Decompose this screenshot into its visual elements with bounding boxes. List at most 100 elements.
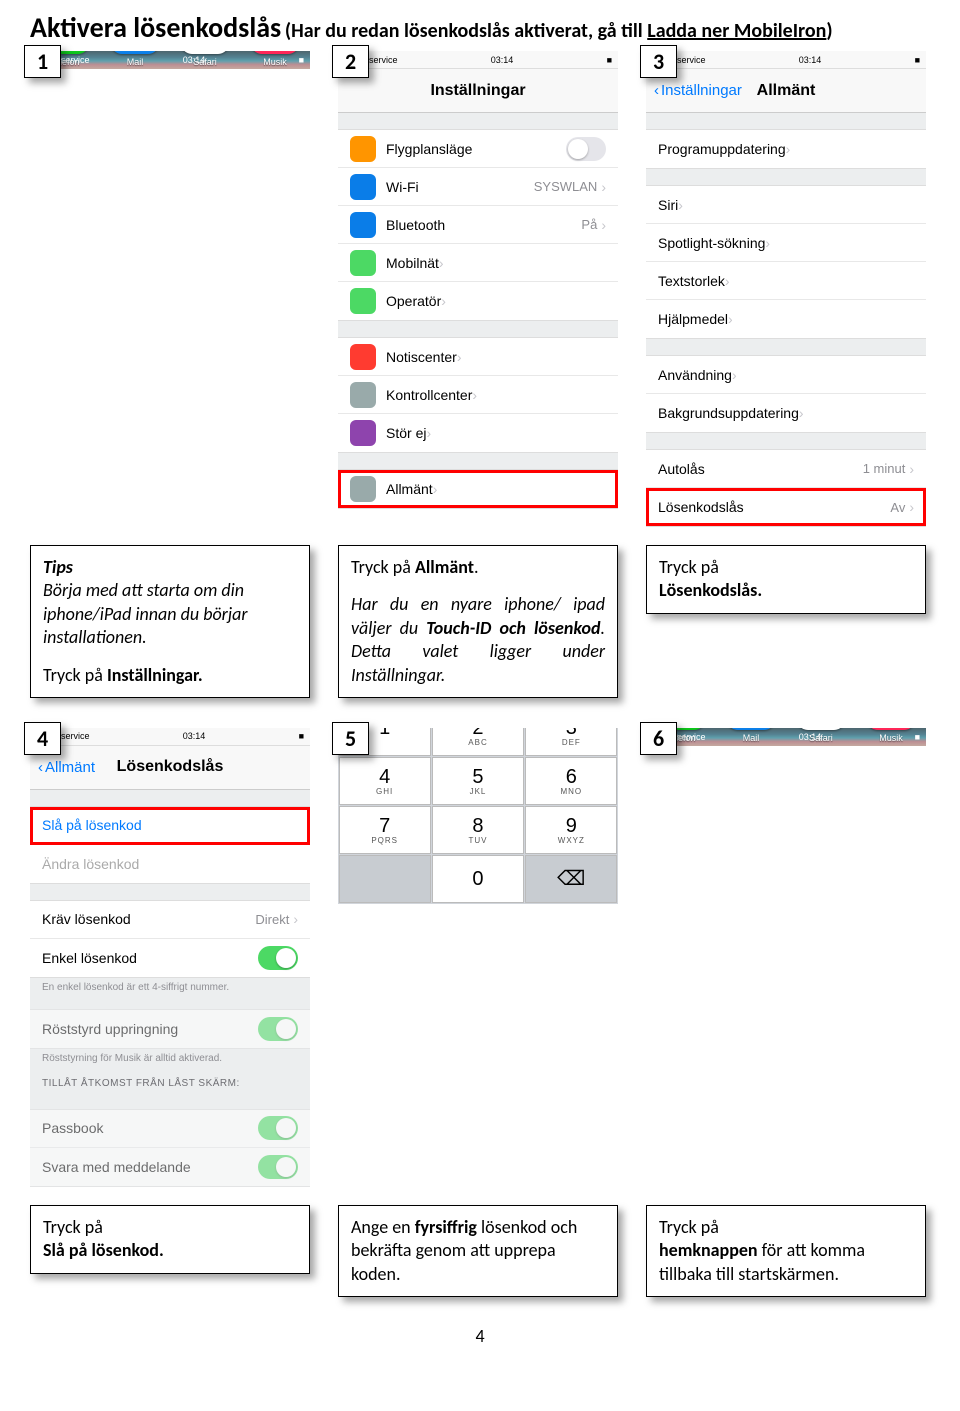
caption-6: Tryck på hemknappen för att komma tillba…	[646, 1205, 926, 1297]
phone-set-passcode: Ingen service03:14■ Ställ in lösenkod Av…	[338, 728, 618, 904]
simple-passcode-cell[interactable]: Enkel lösenkod	[30, 939, 310, 977]
settings-cell[interactable]: BluetoothPå›	[338, 206, 618, 244]
toggle-icon[interactable]	[258, 946, 298, 970]
status-bar: Ingen service03:14■	[30, 728, 310, 746]
settings-cell[interactable]: Operatör›	[338, 282, 618, 320]
toggle-icon	[258, 1017, 298, 1041]
chevron-right-icon: ›	[441, 293, 446, 309]
settings-cell[interactable]: Autolås1 minut›	[646, 450, 926, 488]
settings-cell[interactable]: Flygplansläge	[338, 130, 618, 168]
dock-app-safari[interactable]: Safari	[181, 51, 229, 67]
app-icon	[727, 728, 775, 731]
caption-row-2: Tryck på Slå på lösenkod. Ange en fyrsif…	[30, 1205, 930, 1297]
chevron-right-icon: ›	[786, 141, 791, 157]
dock-app-musik[interactable]: Musik	[867, 728, 915, 744]
require-passcode-cell[interactable]: Kräv lösenkod Direkt›	[30, 901, 310, 939]
settings-cell[interactable]: Programuppdatering›	[646, 130, 926, 168]
step-badge: 4	[24, 722, 61, 755]
caption-1: TipsBörja med att starta om din iphone/i…	[30, 545, 310, 698]
keypad-key-0[interactable]: 0	[432, 855, 524, 903]
chevron-right-icon: ›	[439, 255, 444, 271]
cell-value: Av	[890, 500, 905, 515]
heading-link[interactable]: Ladda ner MobileIron	[647, 19, 826, 43]
keypad-key-3[interactable]: 3DEF	[525, 728, 617, 757]
keypad-key-8[interactable]: 8TUV	[432, 806, 524, 854]
settings-cell[interactable]: Spotlight-sökning›	[646, 224, 926, 262]
app-icon	[181, 51, 229, 54]
navbar: ‹ Allmänt Lösenkodslås	[30, 746, 310, 790]
phone-home: Ingen service03:14■ MeddelandenTorsdag31…	[646, 728, 926, 746]
app-icon	[867, 728, 915, 731]
settings-group: Kräv lösenkod Direkt› Enkel lösenkod	[30, 900, 310, 978]
cell-label: Spotlight-sökning	[658, 235, 765, 251]
settings-cell[interactable]: Användning›	[646, 356, 926, 394]
settings-cell[interactable]: Wi-FiSYSWLAN›	[338, 168, 618, 206]
keypad-key-9[interactable]: 9WXYZ	[525, 806, 617, 854]
page-number: 4	[30, 1325, 930, 1347]
cell-label: Autolås	[658, 461, 705, 477]
cell-label: Flygplansläge	[386, 141, 472, 157]
phone-settings: Ingen service03:14■ Inställningar Flygpl…	[338, 51, 618, 509]
step-6: 6 Ingen service03:14■ MeddelandenTorsdag…	[646, 728, 926, 746]
cell-icon	[350, 136, 376, 162]
settings-cell[interactable]: Notiscenter›	[338, 338, 618, 376]
cell-label: Mobilnät	[386, 255, 439, 271]
toggle-icon	[258, 1155, 298, 1179]
back-button[interactable]: ‹ Allmänt	[38, 759, 95, 776]
keypad-key-5[interactable]: 5JKL	[432, 757, 524, 805]
cell-value: SYSWLAN	[534, 179, 598, 194]
heading-sub: (Har du redan lösenkodslås aktiverat, gå…	[285, 19, 833, 43]
cell-label: Operatör	[386, 293, 441, 309]
keypad-key-2[interactable]: 2ABC	[432, 728, 524, 757]
step-row-1: 1 Ingen service03:14■ MeddelandenTorsdag…	[30, 51, 930, 527]
back-button[interactable]: ‹ Inställningar	[654, 82, 742, 99]
step-5: 5 Ingen service03:14■ Ställ in lösenkod …	[338, 728, 618, 904]
settings-cell[interactable]: Siri›	[646, 186, 926, 224]
chevron-right-icon: ›	[765, 235, 770, 251]
toggle-icon[interactable]	[566, 137, 606, 161]
dock-app-mail[interactable]: Mail	[727, 728, 775, 744]
settings-group: Programuppdatering›	[646, 129, 926, 169]
cell-label: Användning	[658, 367, 732, 383]
app-label: Mail	[743, 733, 760, 743]
keypad-key-6[interactable]: 6MNO	[525, 757, 617, 805]
settings-cell[interactable]: Allmänt›	[338, 470, 618, 508]
dock-app-mail[interactable]: Mail	[111, 51, 159, 67]
settings-group: Röststyrd uppringning	[30, 1009, 310, 1049]
cell-label: Wi-Fi	[386, 179, 419, 195]
dock-app-musik[interactable]: Musik	[251, 51, 299, 67]
cell-label: Bluetooth	[386, 217, 445, 233]
dock-app-safari[interactable]: Safari	[797, 728, 845, 744]
enable-passcode-cell[interactable]: Slå på lösenkod	[30, 807, 310, 845]
step-badge: 2	[332, 45, 369, 78]
keypad-key-7[interactable]: 7PQRS	[339, 806, 431, 854]
settings-cell[interactable]: Kontrollcenter›	[338, 376, 618, 414]
settings-cell[interactable]: LösenkodslåsAv›	[646, 488, 926, 526]
step-badge: 5	[332, 722, 369, 755]
settings-cell[interactable]: Stör ej›	[338, 414, 618, 452]
cell-value: 1 minut	[863, 461, 906, 476]
settings-cell[interactable]: Bakgrundsuppdatering›	[646, 394, 926, 432]
chevron-right-icon: ›	[728, 311, 733, 327]
dock: TelefonMailSafariMusik	[646, 728, 926, 746]
cell-icon	[350, 212, 376, 238]
keypad-delete[interactable]: ⌫	[525, 855, 617, 903]
caption-2: Tryck på Allmänt. Har du en nyare iphone…	[338, 545, 618, 698]
settings-cell[interactable]: Textstorlek›	[646, 262, 926, 300]
chevron-right-icon: ›	[457, 349, 462, 365]
caption-3: Tryck på Lösenkodslås.	[646, 545, 926, 614]
lock-item-cell: Passbook	[30, 1110, 310, 1148]
settings-group: Slå på lösenkod Ändra lösenkod	[30, 806, 310, 884]
nav-title: Lösenkodslås	[117, 758, 224, 776]
cell-label: Kontrollcenter	[386, 387, 472, 403]
chevron-right-icon: ›	[909, 499, 914, 515]
app-label: Safari	[193, 57, 217, 67]
change-passcode-cell: Ändra lösenkod	[30, 845, 310, 883]
settings-cell[interactable]: Hjälpmedel›	[646, 300, 926, 338]
settings-cell[interactable]: Mobilnät›	[338, 244, 618, 282]
keypad-key-4[interactable]: 4GHI	[339, 757, 431, 805]
chevron-right-icon: ›	[472, 387, 477, 403]
step-2: 2 Ingen service03:14■ Inställningar Flyg…	[338, 51, 618, 509]
step-badge: 1	[24, 45, 61, 78]
numeric-keypad: 1 2ABC3DEF4GHI5JKL6MNO7PQRS8TUV9WXYZ0⌫	[338, 728, 618, 904]
